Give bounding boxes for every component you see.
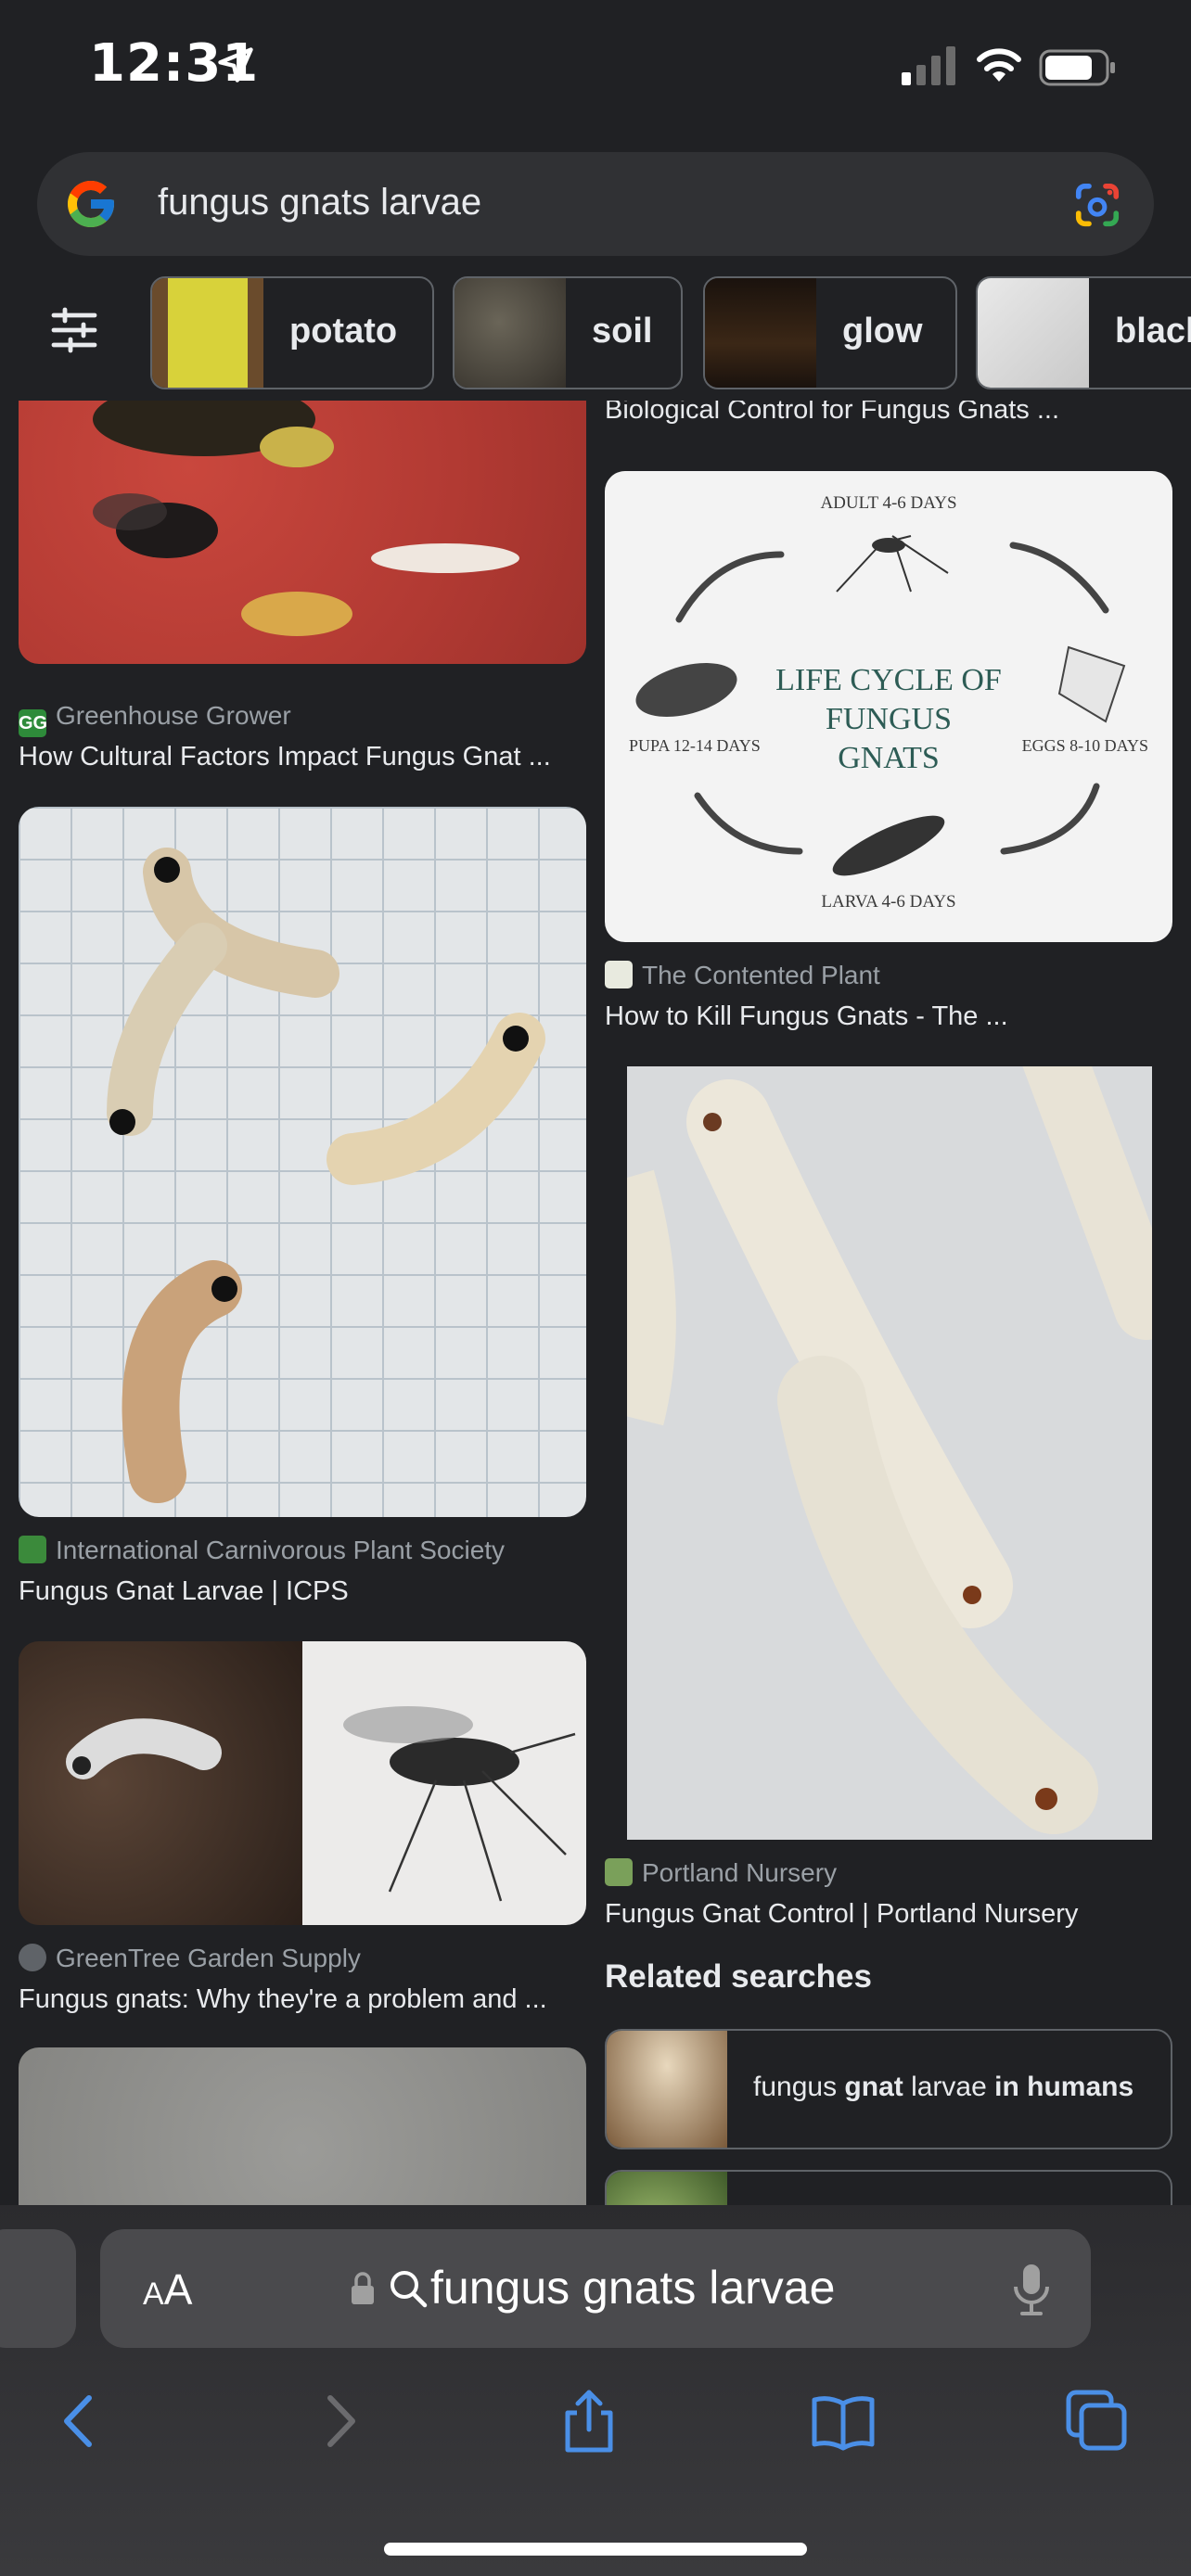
chip-potato[interactable]: potato [150,276,434,389]
back-chevron-icon[interactable] [48,2389,113,2454]
previous-tab-peek[interactable] [0,2229,76,2348]
chip-label: black [1115,312,1191,351]
portland-nursery-favicon [605,1858,633,1886]
address-bar-text[interactable]: fungus gnats larvae [430,2261,835,2315]
chip-soil[interactable]: soil [453,276,683,389]
contented-plant-favicon [605,961,633,988]
lifecycle-title-3: GNATS [838,741,940,775]
related-search-item[interactable] [605,2170,1172,2205]
result-source: GreenTree Garden Supply [19,1944,361,1973]
bookmarks-book-icon[interactable] [811,2389,876,2454]
stage-larva: LARVA 4-6 DAYS [821,892,955,912]
share-icon[interactable] [557,2389,621,2454]
filter-chips-row: potato soil glow black [0,273,1191,393]
search-icon [391,2271,428,2308]
result-image-icps-larvae[interactable] [19,807,586,1517]
browser-bottom-bar: AA fungus gnats larvae [0,2205,1191,2576]
microphone-icon[interactable] [1013,2263,1050,2316]
chip-glow-thumbnail [705,278,816,388]
image-results-grid: GG Greenhouse Grower How Cultural Factors… [0,401,1191,2205]
result-title[interactable]: How Cultural Factors Impact Fungus Gnat … [19,742,551,772]
lock-icon [352,2272,374,2304]
related-search-item[interactable]: fungus gnat larvae in humans [605,2029,1172,2149]
google-search-bar[interactable]: fungus gnats larvae [37,152,1154,256]
google-logo-icon [68,181,114,227]
related-search-thumbnail [607,2172,727,2205]
battery-icon [1039,49,1115,86]
reader-text-size-button[interactable]: AA [143,2264,192,2315]
forward-chevron-icon[interactable] [306,2389,371,2454]
related-search-thumbnail [607,2031,727,2148]
wifi-icon [977,48,1021,82]
lifecycle-title-2: FUNGUS [826,702,952,736]
related-search-text: fungus gnat larvae in humans [753,2072,1134,2102]
icps-favicon [19,1536,46,1563]
result-title[interactable]: Fungus gnats: Why they're a problem and … [19,1984,547,2015]
status-bar: 12:31 [0,0,1191,139]
tabs-icon[interactable] [1065,2389,1130,2454]
google-lens-camera-icon[interactable] [1072,180,1122,230]
result-image-greenhouse-grower[interactable] [19,401,586,664]
address-bar[interactable]: AA fungus gnats larvae [100,2229,1091,2348]
related-searches-heading: Related searches [605,1958,872,1995]
larva-and-gnat-illustration [66,1706,576,1902]
result-title[interactable]: How to Kill Fungus Gnats - The ... [605,1001,1008,1032]
result-image-portland-nursery[interactable] [627,1066,1152,1840]
greenhouse-grower-favicon: GG [19,709,47,737]
globe-icon [19,1944,46,1971]
chip-label: potato [289,312,398,351]
chip-label: soil [592,312,653,351]
larvae-closeup-illustration [627,1066,1152,1834]
result-source: GG Greenhouse Grower [19,701,291,737]
result-source: The Contented Plant [605,961,880,990]
chip-label: glow [842,312,923,351]
fly-and-larva-illustration [93,401,519,636]
chip-potato-thumbnail [152,278,263,388]
search-query-text[interactable]: fungus gnats larvae [158,182,481,223]
stage-adult: ADULT 4-6 DAYS [820,493,956,513]
home-indicator[interactable] [384,2543,807,2556]
result-title[interactable]: Fungus Gnat Larvae | ICPS [19,1576,349,1607]
result-image-partial[interactable] [19,2047,586,2205]
result-title[interactable]: Fungus Gnat Control | Portland Nursery [605,1899,1078,1930]
lifecycle-title-1: LIFE CYCLE OF [775,663,1002,697]
result-source: Portland Nursery [605,1858,837,1888]
stage-eggs: EGGS 8-10 DAYS [1022,736,1148,755]
stage-pupa: PUPA 12-14 DAYS [629,736,761,755]
chip-black[interactable]: black [976,276,1191,389]
chip-black-thumbnail [978,278,1089,388]
larvae-on-grid-illustration [107,848,545,1503]
location-arrow-icon [218,47,253,83]
result-source: International Carnivorous Plant Society [19,1536,505,1565]
life-cycle-diagram: ADULT 4-6 DAYS LIFE CYCLE OF FUNGUS GNAT… [629,493,1148,912]
result-image-greentree[interactable] [19,1641,586,1925]
chip-soil-thumbnail [455,278,566,388]
filter-settings-icon[interactable] [48,304,100,356]
result-image-life-cycle[interactable]: ADULT 4-6 DAYS LIFE CYCLE OF FUNGUS GNAT… [605,471,1172,942]
cellular-signal-icon [902,46,955,85]
result-title[interactable]: Biological Control for Fungus Gnats ... [605,401,1059,426]
chip-glow[interactable]: glow [703,276,957,389]
